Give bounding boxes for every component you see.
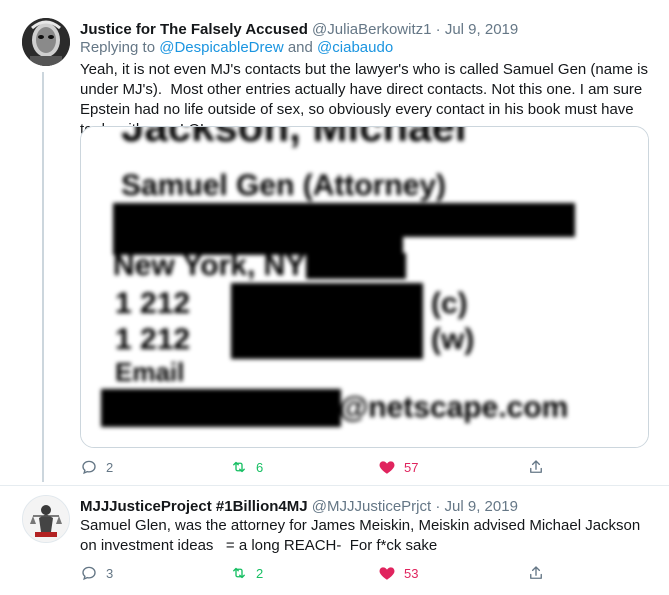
replying-to: Replying to @DespicableDrew and @ciabaud…	[80, 38, 393, 58]
retweet-icon	[233, 567, 245, 579]
image-text-phone1: 1 212	[115, 287, 190, 320]
reply-button[interactable]: 2	[80, 457, 113, 477]
retweet-count: 6	[256, 459, 264, 475]
image-text-phone2-type: (w)	[431, 323, 474, 356]
retweet-icon	[233, 461, 245, 473]
like-button[interactable]: 57	[378, 457, 418, 477]
display-name[interactable]: MJJJusticeProject #1Billion4MJ	[80, 498, 308, 515]
replying-to-and: and	[283, 39, 318, 56]
reply-button[interactable]: 3	[80, 563, 113, 583]
timestamp[interactable]: Jul 9, 2019	[445, 498, 518, 515]
tweet-header: Justice for The Falsely Accused @JuliaBe…	[80, 20, 518, 40]
handle[interactable]: @JuliaBerkowitz1	[312, 21, 431, 38]
timestamp[interactable]: Jul 9, 2019	[445, 21, 518, 38]
share-button[interactable]	[527, 563, 553, 583]
reply-mention-2[interactable]: @ciabaudo	[317, 39, 393, 56]
replying-to-prefix: Replying to	[80, 39, 160, 56]
like-count: 53	[404, 565, 419, 581]
like-count: 57	[404, 459, 419, 475]
heart-icon	[379, 461, 395, 474]
image-text-phone1-type: (c)	[431, 287, 468, 320]
image-text-phone2: 1 212	[115, 323, 190, 356]
thread-connector-line	[42, 72, 44, 482]
tweet-header: MJJJusticeProject #1Billion4MJ @MJJJusti…	[80, 497, 518, 517]
tweet-actions: 3 2 53	[80, 563, 550, 583]
reply-count: 2	[106, 459, 114, 475]
image-text-attorney: Samuel Gen (Attorney)	[121, 169, 446, 202]
reply-mention-1[interactable]: @DespicableDrew	[159, 39, 283, 56]
share-button[interactable]	[527, 457, 553, 477]
tweet-actions: 2 6 57	[80, 457, 550, 477]
retweet-button[interactable]: 2	[230, 563, 263, 583]
separator: ·	[431, 21, 445, 38]
share-icon	[530, 460, 542, 473]
share-icon	[530, 566, 542, 579]
image-text-email-domain: @netscape.com	[339, 391, 568, 424]
separator: ·	[431, 498, 445, 515]
handle[interactable]: @MJJJusticePrjct	[312, 498, 431, 515]
tweet-image[interactable]: Jackson, Michael Samuel Gen (Attorney) N…	[80, 126, 649, 448]
heart-icon	[379, 567, 395, 580]
reply-icon	[82, 460, 96, 475]
image-text-city: New York, NY	[113, 249, 305, 282]
reply-count: 3	[106, 565, 114, 581]
tweet-divider	[0, 485, 669, 486]
avatar[interactable]	[22, 18, 70, 66]
reply-icon	[82, 566, 96, 581]
tweet-text: Samuel Glen, was the attorney for James …	[80, 517, 645, 554]
like-button[interactable]: 53	[378, 563, 418, 583]
display-name[interactable]: Justice for The Falsely Accused	[80, 21, 308, 38]
avatar[interactable]	[22, 495, 70, 543]
image-text-name: Jackson, Michael	[121, 127, 467, 150]
retweet-button[interactable]: 6	[230, 457, 263, 477]
retweet-count: 2	[256, 565, 264, 581]
image-text-email-label: Email	[115, 357, 184, 387]
